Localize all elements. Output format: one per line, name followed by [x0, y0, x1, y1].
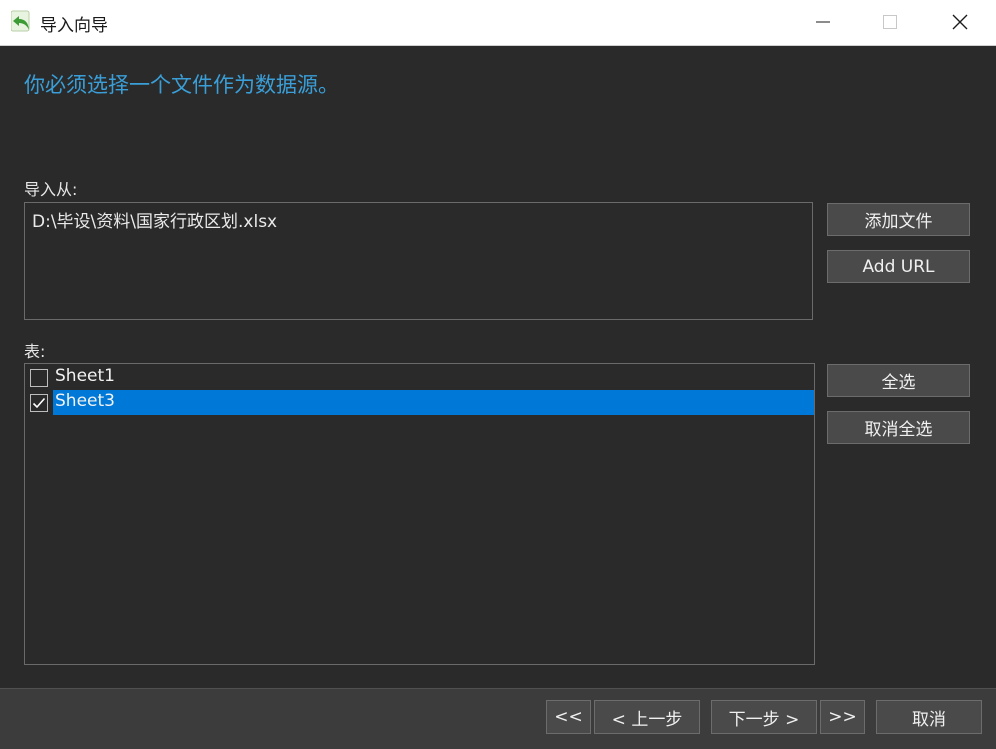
previous-button[interactable]: < 上一步: [594, 700, 700, 734]
sheet3-checkbox[interactable]: [30, 394, 48, 412]
close-button[interactable]: [937, 0, 983, 45]
sheet1-checkbox[interactable]: [30, 369, 48, 387]
maximize-button[interactable]: [867, 0, 913, 45]
minimize-button[interactable]: [800, 0, 846, 45]
add-file-button[interactable]: 添加文件: [827, 203, 970, 236]
select-all-button[interactable]: 全选: [827, 364, 970, 397]
table-list[interactable]: Sheet1 Sheet3: [24, 363, 815, 665]
next-button[interactable]: 下一步 >: [711, 700, 817, 734]
import-arrow-icon: [10, 10, 33, 34]
sheet-name: Sheet1: [55, 366, 115, 386]
add-url-button[interactable]: Add URL: [827, 250, 970, 283]
wizard-footer: << < 上一步 下一步 > >> 取消: [0, 688, 996, 749]
instruction-text: 你必须选择一个文件作为数据源。: [24, 73, 339, 97]
cancel-button[interactable]: 取消: [876, 700, 982, 734]
close-icon: [952, 14, 968, 30]
import-from-label: 导入从:: [24, 180, 78, 199]
last-step-button[interactable]: >>: [820, 700, 865, 734]
sheet-name: Sheet3: [55, 391, 115, 411]
first-step-button[interactable]: <<: [546, 700, 591, 734]
tables-label: 表:: [24, 342, 46, 361]
maximize-icon: [883, 15, 897, 29]
wizard-content: 你必须选择一个文件作为数据源。 导入从: D:\毕设\资料\国家行政区划.xls…: [0, 46, 996, 687]
deselect-all-button[interactable]: 取消全选: [827, 411, 970, 444]
list-item-label-area[interactable]: Sheet1: [53, 365, 814, 390]
title-bar: 导入向导: [0, 0, 996, 46]
list-item[interactable]: Sheet3: [25, 390, 814, 415]
list-item[interactable]: Sheet1: [25, 365, 814, 390]
checkmark-icon: [32, 397, 46, 409]
window-title: 导入向导: [40, 16, 108, 36]
minimize-icon: [816, 21, 830, 23]
list-item-label-area[interactable]: Sheet3: [53, 390, 814, 415]
source-path-text: D:\毕设\资料\国家行政区划.xlsx: [32, 212, 278, 232]
source-path-field[interactable]: D:\毕设\资料\国家行政区划.xlsx: [24, 202, 813, 320]
